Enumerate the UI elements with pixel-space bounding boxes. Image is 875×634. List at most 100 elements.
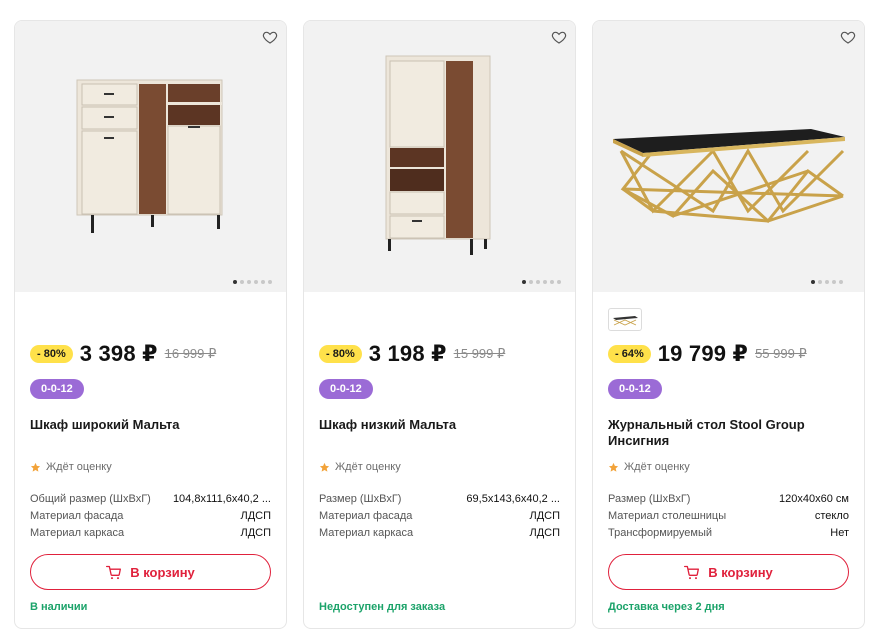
spec-value: ЛДСП [240, 527, 271, 539]
spec-value: Нет [830, 527, 849, 539]
product-title[interactable]: Журнальный стол Stool Group Инсигния [608, 417, 853, 449]
spec-key: Размер (ШхВхГ) [319, 493, 402, 505]
spec-value: 120x40x60 см [779, 493, 849, 505]
star-icon [319, 462, 330, 472]
current-price: 19 799 ₽ [657, 341, 749, 366]
spec-row: Материал фасада ЛДСП [30, 508, 271, 525]
pagination-dot[interactable] [247, 280, 251, 284]
installment-badge: 0-0-12 [30, 379, 84, 399]
price-row: - 80% 3 398 ₽ 16 999 ₽ [30, 341, 216, 367]
pagination-dot[interactable] [550, 280, 554, 284]
rating: Ждёт оценку [30, 461, 112, 473]
price-row: - 64% 19 799 ₽ 55 999 ₽ [608, 341, 807, 367]
spec-row: Размер (ШхВхГ) 69,5x143,6x40,2 ... [319, 491, 560, 508]
price-row: - 80% 3 198 ₽ 15 999 ₽ [319, 341, 505, 367]
image-pagination[interactable] [233, 280, 272, 284]
sideboard-image [76, 79, 223, 233]
current-price: 3 398 ₽ [79, 341, 158, 366]
rating-label: Ждёт оценку [624, 461, 690, 473]
spec-key: Размер (ШхВхГ) [608, 493, 691, 505]
specs-list: Размер (ШхВхГ) 69,5x143,6x40,2 ... Матери… [319, 491, 560, 542]
pagination-dot[interactable] [522, 280, 526, 284]
image-pagination[interactable] [522, 280, 561, 284]
star-icon [30, 462, 41, 472]
pagination-dot[interactable] [557, 280, 561, 284]
product-title[interactable]: Шкаф низкий Мальта [319, 417, 564, 433]
pagination-dot[interactable] [240, 280, 244, 284]
spec-row: Общий размер (ШхВхГ) 104,8x111,6x40,2 ... [30, 491, 271, 508]
pagination-dot[interactable] [254, 280, 258, 284]
discount-badge: - 80% [319, 345, 362, 363]
pagination-dot[interactable] [832, 280, 836, 284]
product-title[interactable]: Шкаф широкий Мальта [30, 417, 275, 433]
pagination-dot[interactable] [543, 280, 547, 284]
old-price: 15 999 ₽ [453, 346, 506, 361]
rating: Ждёт оценку [608, 461, 690, 473]
pagination-dot[interactable] [825, 280, 829, 284]
spec-row: Трансформируемый Нет [608, 525, 849, 542]
coffee-table-image [613, 129, 845, 224]
specs-list: Общий размер (ШхВхГ) 104,8x111,6x40,2 ...… [30, 491, 271, 542]
installment-badge: 0-0-12 [608, 379, 662, 399]
pagination-dot[interactable] [839, 280, 843, 284]
heart-icon[interactable] [551, 29, 567, 45]
spec-key: Материал фасада [30, 510, 124, 522]
spec-value: 69,5x143,6x40,2 ... [466, 493, 560, 505]
pagination-dot[interactable] [233, 280, 237, 284]
cart-icon [106, 565, 122, 579]
image-pagination[interactable] [811, 280, 843, 284]
product-card[interactable]: - 80% 3 398 ₽ 16 999 ₽ 0-0-12 Шкаф широк… [14, 20, 287, 629]
add-to-cart-label: В корзину [130, 564, 195, 580]
spec-value: 104,8x111,6x40,2 ... [172, 493, 271, 505]
pagination-dot[interactable] [261, 280, 265, 284]
star-icon [608, 462, 619, 472]
specs-list: Размер (ШхВхГ) 120x40x60 см Материал стол… [608, 491, 849, 542]
cabinet-image [385, 55, 491, 255]
spec-value: ЛДСП [529, 527, 560, 539]
pagination-dot[interactable] [536, 280, 540, 284]
spec-row: Материал каркаса ЛДСП [30, 525, 271, 542]
spec-value: ЛДСП [529, 510, 560, 522]
spec-row: Размер (ШхВхГ) 120x40x60 см [608, 491, 849, 508]
add-to-cart-button[interactable]: В корзину [608, 554, 849, 590]
spec-value: стекло [814, 510, 849, 522]
product-card[interactable]: - 64% 19 799 ₽ 55 999 ₽ 0-0-12 Журнальны… [592, 20, 865, 629]
discount-badge: - 80% [30, 345, 73, 363]
spec-value: ЛДСП [240, 510, 271, 522]
product-grid: - 80% 3 398 ₽ 16 999 ₽ 0-0-12 Шкаф широк… [14, 20, 865, 629]
cart-icon [684, 565, 700, 579]
availability-status: В наличии [30, 601, 88, 613]
product-image[interactable] [304, 21, 575, 292]
spec-row: Материал каркаса ЛДСП [319, 525, 560, 542]
spec-row: Материал фасада ЛДСП [319, 508, 560, 525]
color-variant-thumbnail[interactable] [608, 308, 642, 331]
old-price: 55 999 ₽ [755, 346, 807, 361]
add-to-cart-label: В корзину [708, 564, 773, 580]
spec-key: Общий размер (ШхВхГ) [30, 493, 151, 505]
heart-icon[interactable] [262, 29, 278, 45]
product-card[interactable]: - 80% 3 198 ₽ 15 999 ₽ 0-0-12 Шкаф низки… [303, 20, 576, 629]
spec-row: Материал столешницы стекло [608, 508, 849, 525]
old-price: 16 999 ₽ [164, 346, 217, 361]
availability-status: Недоступен для заказа [319, 601, 446, 613]
rating-label: Ждёт оценку [46, 461, 112, 473]
spec-key: Материал столешницы [608, 510, 727, 522]
spec-key: Материал каркаса [30, 527, 125, 539]
heart-icon[interactable] [840, 29, 856, 45]
discount-badge: - 64% [608, 345, 651, 363]
current-price: 3 198 ₽ [368, 341, 447, 366]
rating-label: Ждёт оценку [335, 461, 401, 473]
installment-badge: 0-0-12 [319, 379, 373, 399]
product-image[interactable] [593, 21, 864, 292]
pagination-dot[interactable] [268, 280, 272, 284]
rating: Ждёт оценку [319, 461, 401, 473]
pagination-dot[interactable] [811, 280, 815, 284]
spec-key: Материал каркаса [319, 527, 414, 539]
table-thumbnail-icon [613, 316, 638, 326]
pagination-dot[interactable] [818, 280, 822, 284]
product-image[interactable] [15, 21, 286, 292]
pagination-dot[interactable] [529, 280, 533, 284]
add-to-cart-button[interactable]: В корзину [30, 554, 271, 590]
spec-key: Трансформируемый [608, 527, 713, 539]
availability-status: Доставка через 2 дня [608, 601, 725, 613]
